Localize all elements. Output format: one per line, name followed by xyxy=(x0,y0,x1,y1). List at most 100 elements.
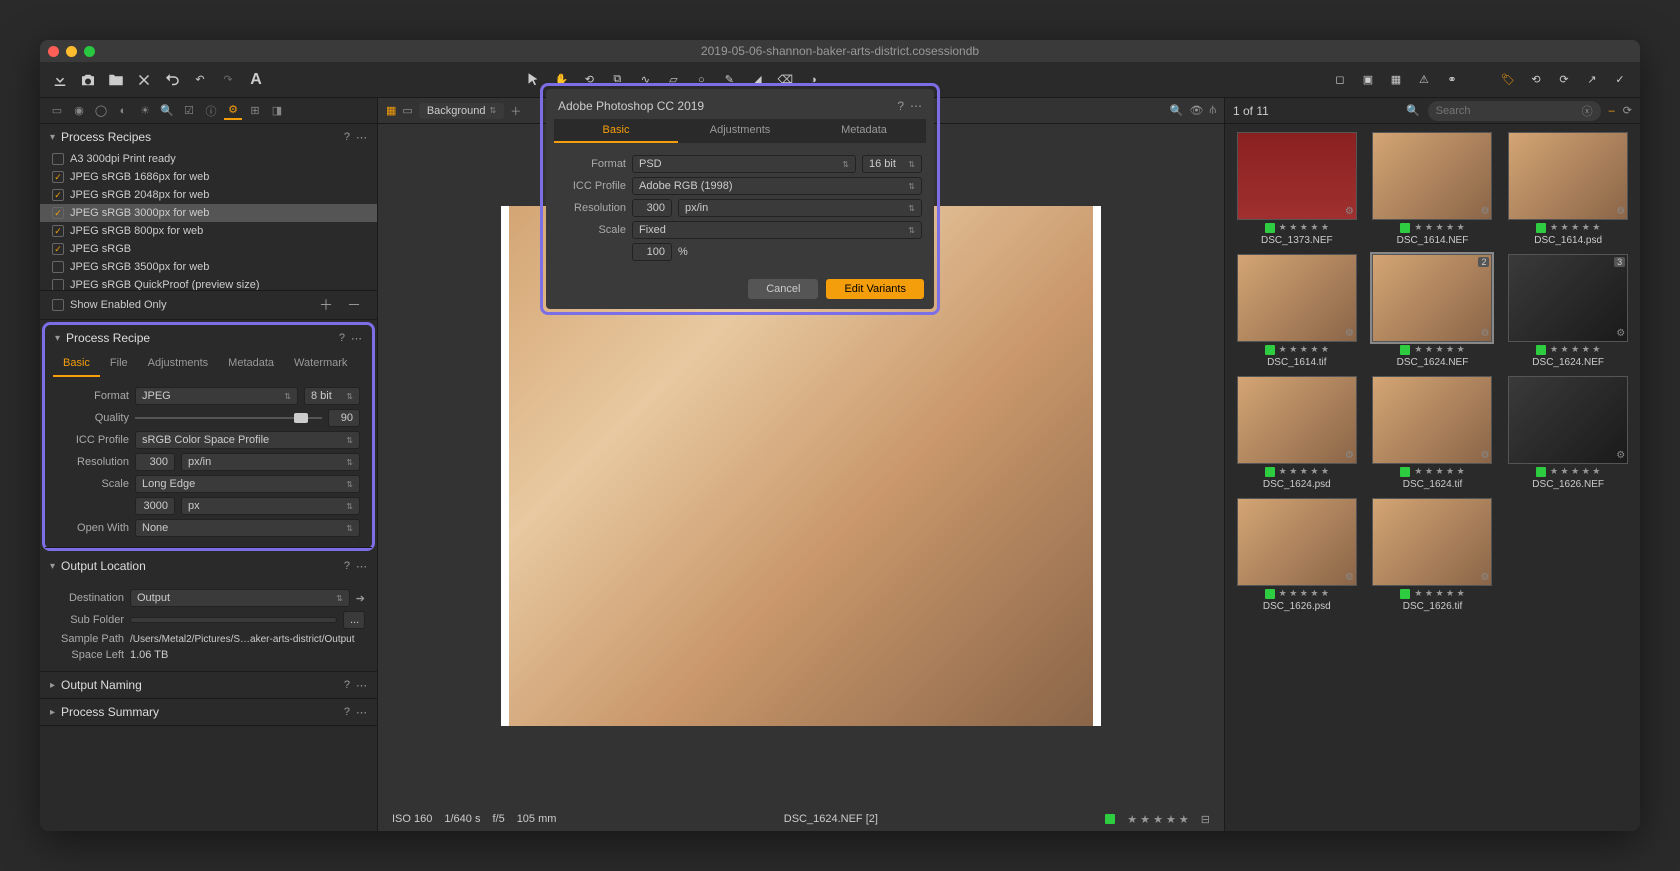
recipe-item[interactable]: JPEG sRGB 800px for web xyxy=(40,222,377,240)
thumbnail-image[interactable]: 3⚙ xyxy=(1508,254,1628,342)
dialog-tab-adjustments[interactable]: Adjustments xyxy=(678,119,802,143)
sliders-icon[interactable]: ⫛ xyxy=(1209,104,1216,117)
grid-view-icon[interactable]: ▦ xyxy=(386,104,396,117)
gear-icon[interactable]: ⚙ xyxy=(1481,572,1490,583)
d-scale-select[interactable]: Fixed xyxy=(632,221,922,239)
recipe-checkbox[interactable] xyxy=(52,153,64,165)
chevron-right-icon[interactable]: ▸ xyxy=(50,680,55,691)
camera-icon[interactable] xyxy=(78,70,98,90)
exposure-icon[interactable]: ▣ xyxy=(1358,70,1378,90)
thumbnail[interactable]: ⚙ ★ ★ ★ ★ ★ DSC_1373.NEF xyxy=(1233,132,1361,246)
bitdepth-select[interactable]: 8 bit xyxy=(304,387,360,405)
d-icc-select[interactable]: Adobe RGB (1998) xyxy=(632,177,922,195)
scale-select[interactable]: Long Edge xyxy=(135,475,360,493)
color-tag[interactable] xyxy=(1400,223,1410,233)
color-tag[interactable] xyxy=(1265,467,1275,477)
thumbnail[interactable]: ⚙ ★ ★ ★ ★ ★ DSC_1626.NEF xyxy=(1504,376,1632,490)
recipe-checkbox[interactable] xyxy=(52,207,64,219)
gear-icon[interactable]: ⚙ xyxy=(1345,206,1354,217)
close-icon[interactable] xyxy=(134,70,154,90)
rating-stars[interactable]: ★ ★ ★ ★ ★ xyxy=(1550,466,1600,477)
gear-icon[interactable]: ⚙ xyxy=(1345,572,1354,583)
dialog-tab-metadata[interactable]: Metadata xyxy=(802,119,926,143)
rating-stars[interactable]: ★ ★ ★ ★ ★ xyxy=(1279,222,1329,233)
recipe-tab-watermark[interactable]: Watermark xyxy=(284,351,357,377)
gear-icon[interactable]: ⚙ xyxy=(1481,328,1490,339)
quick-tab[interactable]: ◨ xyxy=(268,102,286,120)
gear-icon[interactable]: ⚙ xyxy=(1616,450,1625,461)
history-fwd-icon[interactable]: ↷ xyxy=(218,70,238,90)
recipe-checkbox[interactable] xyxy=(52,171,64,183)
help-icon[interactable]: ? xyxy=(344,679,350,691)
recipe-item[interactable]: JPEG sRGB 3500px for web xyxy=(40,258,377,276)
refresh-icon[interactable]: ⟳ xyxy=(1554,70,1574,90)
destination-select[interactable]: Output xyxy=(130,589,350,607)
reset-icon[interactable]: ⟲ xyxy=(1526,70,1546,90)
auto-icon[interactable]: A xyxy=(246,70,266,90)
color-tab[interactable]: ◐ xyxy=(114,102,132,120)
help-icon[interactable]: ? xyxy=(344,706,350,718)
format-select[interactable]: JPEG xyxy=(135,387,298,405)
thumbnail-image[interactable]: ⚙ xyxy=(1237,132,1357,220)
recipe-tab-metadata[interactable]: Metadata xyxy=(218,351,284,377)
adjust-tab[interactable]: ☑ xyxy=(180,102,198,120)
help-icon[interactable]: ? xyxy=(339,332,345,344)
color-tag[interactable] xyxy=(1265,589,1275,599)
rating-stars[interactable]: ★ ★ ★ ★ ★ xyxy=(1414,588,1464,599)
dialog-tab-basic[interactable]: Basic xyxy=(554,119,678,143)
focus-icon[interactable]: ◻ xyxy=(1330,70,1350,90)
link-icon[interactable]: ⚭ xyxy=(1442,70,1462,90)
dialog-help-icon[interactable]: ? xyxy=(897,99,904,113)
color-tag[interactable] xyxy=(1400,345,1410,355)
dimension-unit-select[interactable]: px xyxy=(181,497,360,515)
capture-tab[interactable]: ◉ xyxy=(70,102,88,120)
rating-stars[interactable]: ★ ★ ★ ★ ★ xyxy=(1414,344,1464,355)
thumbnail[interactable]: ⚙ ★ ★ ★ ★ ★ DSC_1624.tif xyxy=(1369,376,1497,490)
clear-search-icon[interactable]: ⓧ xyxy=(1582,103,1593,119)
gear-icon[interactable]: ⚙ xyxy=(1345,450,1354,461)
rating-stars[interactable]: ★ ★ ★ ★ ★ xyxy=(1279,344,1329,355)
color-tag[interactable] xyxy=(1105,814,1115,824)
goto-icon[interactable]: ➔ xyxy=(356,592,365,605)
rating-stars[interactable]: ★ ★ ★ ★ ★ xyxy=(1550,344,1600,355)
gear-icon[interactable]: ⚙ xyxy=(1481,206,1490,217)
window-minimize[interactable] xyxy=(66,46,77,57)
background-select[interactable]: Background xyxy=(419,103,504,119)
chevron-down-icon[interactable]: ▾ xyxy=(50,561,55,572)
warning-icon[interactable]: ⚠ xyxy=(1414,70,1434,90)
chevron-down-icon[interactable]: ▾ xyxy=(50,132,55,143)
recipe-item[interactable]: JPEG sRGB xyxy=(40,240,377,258)
add-layer-icon[interactable]: ＋ xyxy=(510,103,521,119)
thumbnail[interactable]: ⚙ ★ ★ ★ ★ ★ DSC_1614.NEF xyxy=(1369,132,1497,246)
add-recipe-button[interactable]: ＋ xyxy=(315,295,337,315)
thumbnail-image[interactable]: ⚙ xyxy=(1237,254,1357,342)
filter-icon[interactable]: – xyxy=(1609,105,1615,117)
color-tag[interactable] xyxy=(1536,467,1546,477)
window-maximize[interactable] xyxy=(84,46,95,57)
thumbnail-image[interactable]: ⚙ xyxy=(1372,498,1492,586)
rating-stars[interactable]: ★ ★ ★ ★ ★ xyxy=(1414,466,1464,477)
quality-slider[interactable] xyxy=(135,417,322,419)
subfolder-input[interactable] xyxy=(130,617,337,623)
sort-icon[interactable]: ⟳ xyxy=(1623,104,1632,117)
recipe-item[interactable]: JPEG sRGB 1686px for web xyxy=(40,168,377,186)
chevron-down-icon[interactable]: ▾ xyxy=(55,333,60,344)
recipe-item[interactable]: JPEG sRGB 3000px for web xyxy=(40,204,377,222)
recipe-checkbox[interactable] xyxy=(52,225,64,237)
thumbnail-image[interactable]: 2⚙ xyxy=(1372,254,1492,342)
show-enabled-checkbox[interactable] xyxy=(52,299,64,311)
thumbnail[interactable]: 3⚙ ★ ★ ★ ★ ★ DSC_1624.NEF xyxy=(1504,254,1632,368)
gear-icon[interactable]: ⚙ xyxy=(1481,450,1490,461)
grid-icon[interactable]: ▦ xyxy=(1386,70,1406,90)
rating-stars[interactable]: ★ ★ ★ ★ ★ xyxy=(1127,813,1189,826)
recipe-tab-adjustments[interactable]: Adjustments xyxy=(138,351,219,377)
more-icon[interactable]: ⋯ xyxy=(356,706,367,719)
rating-stars[interactable]: ★ ★ ★ ★ ★ xyxy=(1279,466,1329,477)
trash-icon[interactable]: ⊟ xyxy=(1201,813,1210,826)
color-tag[interactable] xyxy=(1536,345,1546,355)
details-tab[interactable]: 🔍 xyxy=(158,102,176,120)
thumbnail[interactable]: 2⚙ ★ ★ ★ ★ ★ DSC_1624.NEF xyxy=(1369,254,1497,368)
icc-select[interactable]: sRGB Color Space Profile xyxy=(135,431,360,449)
help-icon[interactable]: ? xyxy=(344,131,350,143)
d-res-unit-select[interactable]: px/in xyxy=(678,199,922,217)
